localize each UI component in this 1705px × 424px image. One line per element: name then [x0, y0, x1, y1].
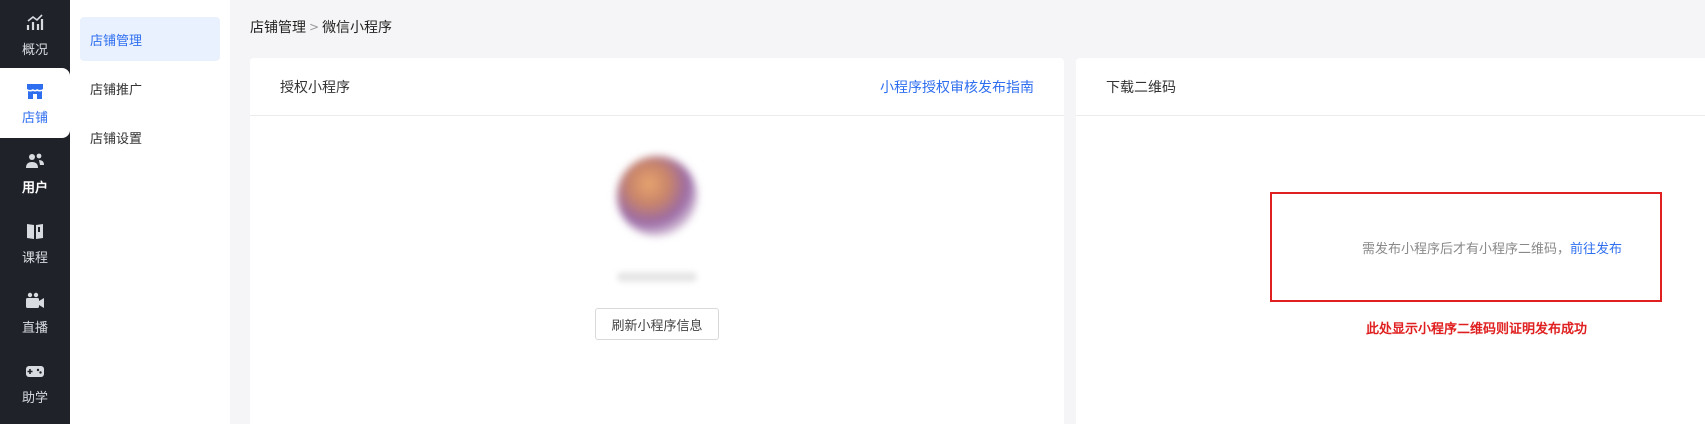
submenu-item-store-management[interactable]: 店铺管理 — [80, 17, 220, 61]
chart-trend-icon — [26, 13, 44, 30]
rail-item-courses[interactable]: 课程 — [0, 208, 70, 278]
miniprogram-name-placeholder — [617, 272, 697, 282]
main-rail: 概况 店铺 用户 课程 直播 助学 — [0, 0, 70, 424]
users-icon — [26, 153, 44, 168]
submenu-item-label: 店铺推广 — [90, 82, 143, 98]
submenu-item-label: 店铺设置 — [90, 131, 143, 147]
store-submenu: 店铺管理 店铺推广 店铺设置 — [70, 0, 230, 424]
rail-item-users[interactable]: 用户 — [0, 138, 70, 208]
publish-guide-link[interactable]: 小程序授权审核发布指南 — [880, 77, 1034, 97]
rail-item-label: 直播 — [21, 320, 48, 336]
card-title: 授权小程序 — [280, 79, 350, 96]
rail-item-label: 用户 — [21, 180, 48, 196]
authorize-miniprogram-card: 授权小程序 小程序授权审核发布指南 刷新小程序信息 — [250, 58, 1064, 424]
rail-item-label: 概况 — [21, 42, 48, 58]
breadcrumb-parent[interactable]: 店铺管理 — [250, 17, 306, 37]
go-publish-link[interactable]: 前往发布 — [1570, 238, 1622, 257]
download-qrcode-card: 下载二维码 需发布小程序后才有小程序二维码， 前往发布 此处显示小程序二维码则证… — [1076, 58, 1705, 424]
card-header: 授权小程序 小程序授权审核发布指南 — [250, 58, 1064, 116]
miniprogram-avatar — [617, 156, 697, 236]
rail-item-live[interactable]: 直播 — [0, 278, 70, 348]
submenu-item-label: 店铺管理 — [90, 33, 143, 49]
breadcrumb-current: 微信小程序 — [322, 20, 393, 36]
rail-item-overview[interactable]: 概况 — [0, 0, 70, 70]
breadcrumb-separator: > — [309, 20, 320, 34]
rail-item-store[interactable]: 店铺 — [0, 68, 70, 138]
submenu-item-store-promotion[interactable]: 店铺推广 — [80, 66, 220, 110]
submenu-item-store-settings[interactable]: 店铺设置 — [80, 115, 220, 159]
rail-item-assist[interactable]: 助学 — [0, 348, 70, 418]
qrcode-notice-box: 需发布小程序后才有小程序二维码， 前往发布 — [1270, 192, 1662, 302]
gamepad-icon — [26, 365, 44, 377]
store-icon — [27, 83, 43, 99]
card-header: 下载二维码 — [1076, 58, 1705, 116]
book-icon — [27, 223, 43, 239]
qrcode-notice-text: 需发布小程序后才有小程序二维码， — [1361, 241, 1570, 257]
annotation-text: 此处显示小程序二维码则证明发布成功 — [1366, 322, 1588, 337]
rail-item-label: 课程 — [21, 250, 48, 266]
rail-item-label: 助学 — [21, 390, 48, 406]
card-title: 下载二维码 — [1106, 79, 1176, 96]
app: 概况 店铺 用户 课程 直播 助学 店铺管理 店铺推广 店铺设置 店铺管理 > … — [0, 0, 1705, 424]
video-camera-icon — [26, 292, 44, 308]
breadcrumb: 店铺管理 > 微信小程序 — [250, 17, 392, 37]
refresh-miniprogram-button[interactable]: 刷新小程序信息 — [595, 308, 719, 340]
rail-item-label: 店铺 — [21, 110, 48, 126]
